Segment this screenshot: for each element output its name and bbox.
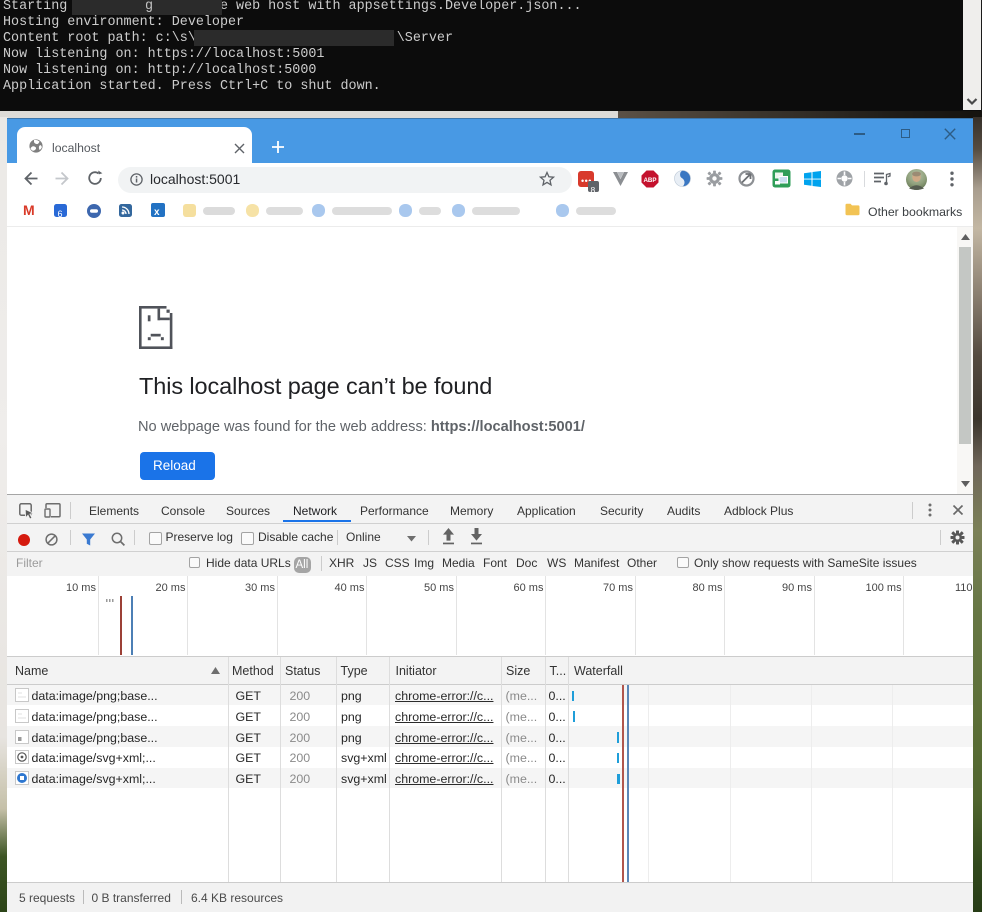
svg-text:ABP: ABP bbox=[643, 177, 656, 184]
